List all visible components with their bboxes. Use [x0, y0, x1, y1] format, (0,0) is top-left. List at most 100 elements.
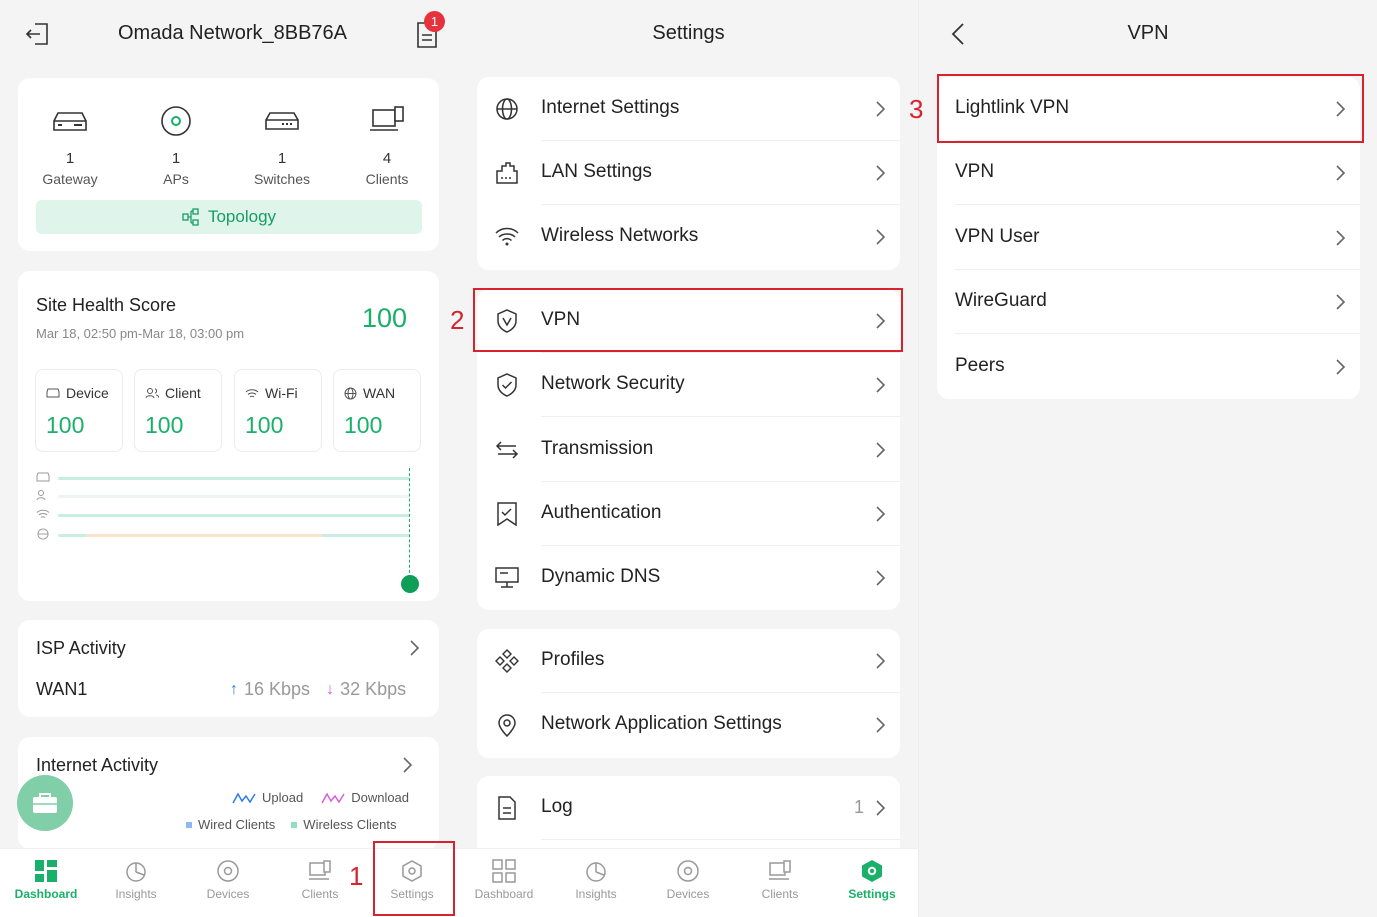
nav-label: Clients: [761, 887, 799, 901]
score-wan[interactable]: WAN 100: [333, 369, 421, 452]
nav-label: Insights: [575, 887, 617, 901]
floating-toolbox-button[interactable]: [17, 775, 73, 831]
chevron-right-icon: [403, 757, 413, 773]
vpn-title: VPN: [1127, 22, 1169, 44]
nav-insights[interactable]: Insights: [550, 849, 642, 917]
device-aps[interactable]: 1 APs: [131, 100, 221, 187]
score-device[interactable]: Device 100: [35, 369, 123, 452]
dashboard-header: Omada Network_8BB76A 1: [0, 0, 459, 68]
nav-devices[interactable]: Devices: [642, 849, 734, 917]
globe-icon: [496, 98, 518, 120]
health-timeline-client: [36, 490, 416, 502]
settings-hexagon-icon: [402, 860, 422, 882]
vpn-user-row[interactable]: VPN User: [937, 206, 1360, 270]
chevron-right-icon: [410, 640, 420, 656]
chevron-right-icon: [1336, 294, 1346, 310]
device-count: 1: [171, 150, 181, 167]
timeline-cursor[interactable]: [409, 468, 410, 578]
log-count: 1: [853, 797, 864, 817]
dynamic-dns-row[interactable]: Dynamic DNS: [477, 546, 900, 610]
internet-legend-row2: Wired Clients Wireless Clients: [186, 817, 396, 832]
score-label: Wi-Fi: [265, 385, 298, 401]
wireguard-row[interactable]: WireGuard: [937, 270, 1360, 334]
vpn-row[interactable]: VPN: [477, 289, 900, 353]
score-client[interactable]: Client 100: [134, 369, 222, 452]
peers-row[interactable]: Peers: [937, 335, 1360, 399]
devices-icon: [217, 860, 239, 882]
health-title: Site Health Score: [36, 295, 177, 315]
clients-icon: [309, 860, 331, 880]
settings-title: Settings: [652, 22, 725, 44]
chevron-right-icon: [1336, 101, 1346, 117]
logout-icon[interactable]: [25, 22, 51, 46]
nav-label: Settings: [848, 887, 896, 901]
vpn-header: VPN: [919, 0, 1377, 68]
health-time-range: Mar 18, 02:50 pm-Mar 18, 03:00 pm: [36, 326, 245, 341]
notifications-button[interactable]: 1: [414, 11, 445, 50]
bottom-navigation: Dashboard Insights Devices Clients Setti…: [0, 848, 918, 917]
chevron-right-icon: [876, 717, 886, 733]
vpn-list: Lightlink VPN VPN VPN User WireGuard Pee…: [937, 77, 1360, 399]
nav-dashboard[interactable]: Dashboard: [458, 849, 550, 917]
network-application-settings-row[interactable]: Network Application Settings: [477, 693, 900, 757]
lightlink-vpn-row[interactable]: Lightlink VPN: [937, 77, 1360, 141]
site-title[interactable]: Omada Network_8BB76A: [118, 22, 347, 45]
nav-devices[interactable]: Devices: [182, 849, 274, 917]
clients-icon: [769, 860, 791, 880]
isp-activity-card[interactable]: [18, 620, 439, 717]
device-icon: [46, 388, 60, 398]
lan-settings-row[interactable]: LAN Settings: [477, 141, 900, 205]
topology-button[interactable]: Topology: [36, 200, 422, 234]
internet-settings-row[interactable]: Internet Settings: [477, 77, 900, 141]
arrow-up-icon: ↑: [230, 680, 238, 698]
insights-pie-icon: [586, 862, 606, 882]
wireless-networks-row[interactable]: Wireless Networks: [477, 205, 900, 269]
nav-insights[interactable]: Insights: [90, 849, 182, 917]
monitor-icon: [495, 567, 519, 588]
device-count: 1: [65, 150, 75, 167]
upload-line-icon: [232, 791, 256, 803]
chevron-right-icon: [1336, 165, 1346, 181]
annotation-number: 1: [349, 861, 364, 891]
score-value: 100: [46, 412, 85, 438]
settings-header: Settings: [459, 0, 918, 68]
vpn-shield-icon: [497, 309, 517, 333]
lan-port-icon: [496, 162, 518, 184]
nav-label: Settings: [390, 887, 434, 901]
ap-icon: [161, 106, 191, 136]
network-security-row[interactable]: Network Security: [477, 353, 900, 417]
device-switches[interactable]: 1 Switches: [237, 100, 327, 187]
row-label: Transmission: [541, 438, 654, 459]
authentication-row[interactable]: Authentication: [477, 482, 900, 546]
score-label: Client: [165, 385, 201, 401]
isp-rates: ↑ 16 Kbps ↓ 32 Kbps: [230, 679, 406, 700]
chevron-right-icon: [876, 377, 886, 393]
transmission-row[interactable]: Transmission: [477, 418, 900, 482]
log-row[interactable]: Log 1: [477, 776, 900, 840]
client-icon: [145, 388, 159, 399]
divider: [955, 204, 1360, 205]
profiles-row[interactable]: Profiles: [477, 629, 900, 693]
globe-icon: [37, 528, 49, 540]
device-gateway[interactable]: 1 Gateway: [25, 100, 115, 187]
timeline-handle[interactable]: [401, 575, 419, 593]
nav-dashboard[interactable]: Dashboard: [0, 849, 92, 917]
chevron-right-icon: [876, 570, 886, 586]
vpn-row[interactable]: VPN: [937, 141, 1360, 205]
score-wifi[interactable]: Wi-Fi 100: [234, 369, 322, 452]
chevron-right-icon: [876, 800, 886, 816]
device-clients[interactable]: 4 Clients: [342, 100, 432, 187]
row-label: VPN User: [955, 226, 1040, 247]
nav-clients[interactable]: Clients: [734, 849, 826, 917]
chevron-right-icon: [876, 101, 886, 117]
score-value: 100: [344, 412, 383, 438]
nav-settings[interactable]: Settings: [366, 849, 458, 917]
arrow-down-icon: ↓: [326, 680, 335, 698]
score-label: WAN: [363, 385, 396, 401]
nav-label: Insights: [115, 887, 157, 901]
chevron-right-icon: [876, 229, 886, 245]
internet-title: Internet Activity: [36, 755, 159, 775]
chevron-right-icon: [876, 165, 886, 181]
briefcase-icon: [33, 793, 57, 813]
nav-settings[interactable]: Settings: [826, 849, 918, 917]
